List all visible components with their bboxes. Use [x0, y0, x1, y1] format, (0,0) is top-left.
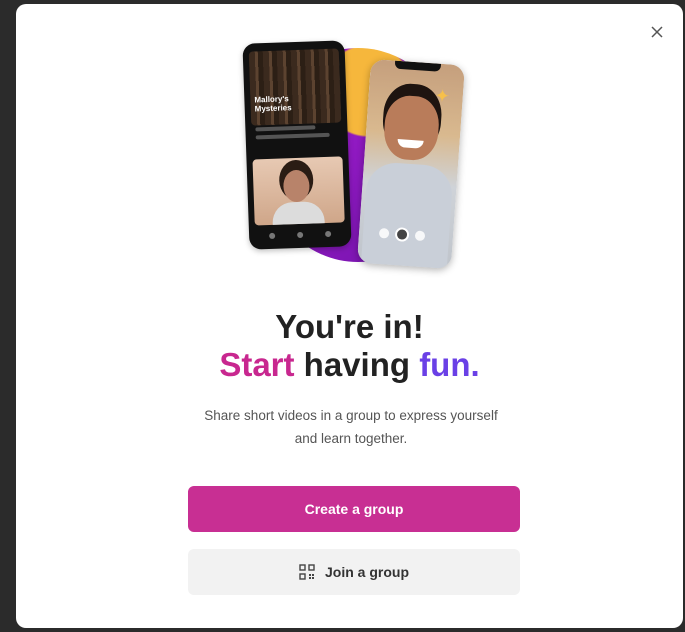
person-shirt [272, 201, 325, 225]
heading-line-1: You're in! [275, 308, 424, 345]
heading-word-fun: fun. [419, 346, 480, 383]
bookshelf-cover-image [248, 48, 342, 126]
nav-dot [297, 231, 304, 239]
heading-word-having: having [294, 346, 420, 383]
heading-word-start: Start [219, 346, 295, 383]
control-dot [378, 227, 390, 239]
record-button-icon [394, 227, 410, 243]
heading-line-2: Start having fun. [16, 346, 683, 384]
person-body [360, 161, 454, 270]
left-phone-title: Mallory's Mysteries [254, 94, 292, 114]
dialog-heading: You're in! Start having fun. [16, 308, 683, 384]
right-phone-mockup: ✦ [356, 58, 466, 270]
left-phone-mockup: Mallory's Mysteries [242, 40, 352, 250]
hero-illustration: Mallory's Mysteries ✦ [238, 38, 470, 272]
create-group-label: Create a group [304, 501, 404, 517]
placeholder-line [255, 132, 330, 140]
phone-nav-bar [269, 230, 332, 241]
person-face [282, 169, 310, 203]
join-group-button[interactable]: Join a group [188, 549, 520, 595]
join-group-label: Join a group [325, 564, 409, 580]
create-group-button[interactable]: Create a group [188, 486, 520, 532]
qr-code-icon [299, 564, 315, 580]
video-thumbnail [252, 156, 345, 226]
nav-dot [325, 230, 332, 238]
welcome-dialog: Mallory's Mysteries ✦ You're in! Start h… [16, 4, 683, 628]
placeholder-line [255, 125, 316, 132]
control-dot [414, 230, 426, 242]
nav-dot [269, 232, 276, 240]
close-icon[interactable] [647, 22, 667, 42]
dialog-subtitle: Share short videos in a group to express… [204, 408, 498, 446]
sparkle-icon: ✦ [434, 85, 451, 108]
